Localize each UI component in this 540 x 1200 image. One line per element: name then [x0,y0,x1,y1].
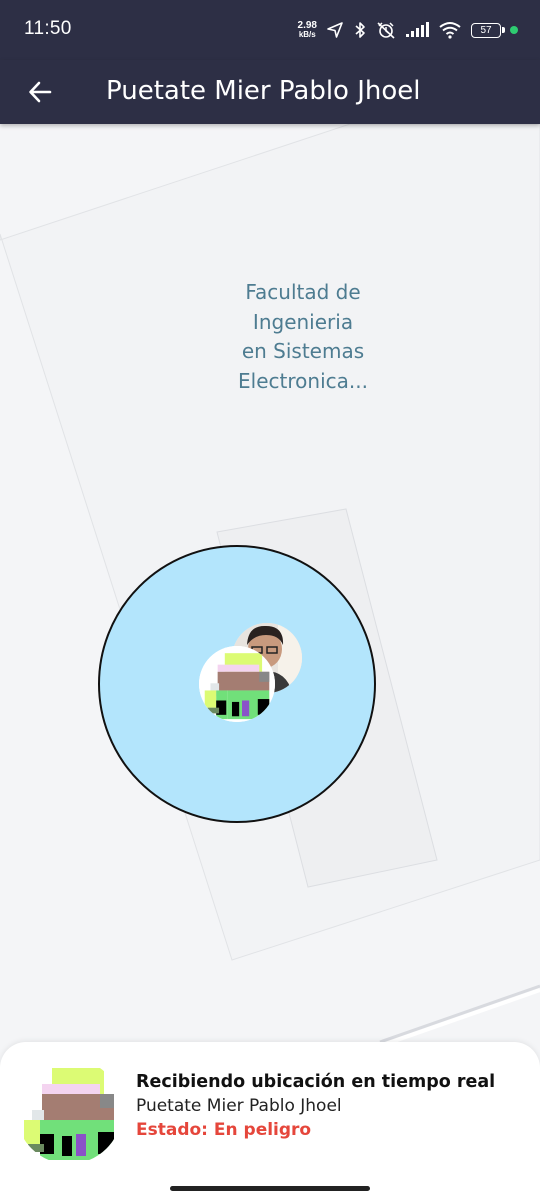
battery-icon: 57 [471,22,505,38]
status-time: 11:50 [24,18,72,39]
tracking-info-card: Recibiendo ubicación en tiempo real Puet… [0,1042,540,1200]
map-label-line: Ingenieria [252,309,354,334]
alarm-off-icon [376,21,396,39]
arrow-left-icon [29,81,52,103]
map-label-line: Electronica... [238,368,368,393]
pixel-avatar-icon [199,646,275,722]
signal-icon [405,22,429,38]
road-edge [379,984,540,1044]
card-title: Recibiendo ubicación en tiempo real [136,1072,496,1092]
wifi-icon [438,21,462,39]
card-text: Recibiendo ubicación en tiempo real Puet… [136,1072,531,1140]
pixel-avatar-icon [16,1058,122,1164]
map-label-line: en Sistemas [241,339,365,363]
back-button[interactable] [20,72,60,112]
active-dot-icon [510,26,518,34]
network-speed-value: 2.98 [297,20,317,31]
app-bar: Puetate Mier Pablo Jhoel [0,60,540,124]
map-view[interactable]: Facultad de Ingenieria en Sistemas Elect… [0,124,540,1044]
user-avatar-marker[interactable] [199,646,275,722]
status-bar: 11:50 2.98 kB/s 57 [0,0,540,60]
network-speed-unit: kB/s [298,30,316,39]
map-label-line: Facultad de [245,280,361,304]
location-arrow-icon [326,21,344,39]
bluetooth-icon [353,21,367,39]
home-indicator[interactable] [170,1186,370,1191]
battery-level: 57 [480,24,492,36]
card-user-name: Puetate Mier Pablo Jhoel [136,1096,342,1116]
network-speed: 2.98 kB/s [297,20,317,40]
status-label: Estado: En peligro [136,1120,312,1140]
page-title: Puetate Mier Pablo Jhoel [106,76,421,106]
status-icons: 2.98 kB/s 57 [298,16,518,44]
card-avatar [16,1058,122,1164]
map-place-label: Facultad de Ingenieria en Sistemas Elect… [190,278,416,396]
